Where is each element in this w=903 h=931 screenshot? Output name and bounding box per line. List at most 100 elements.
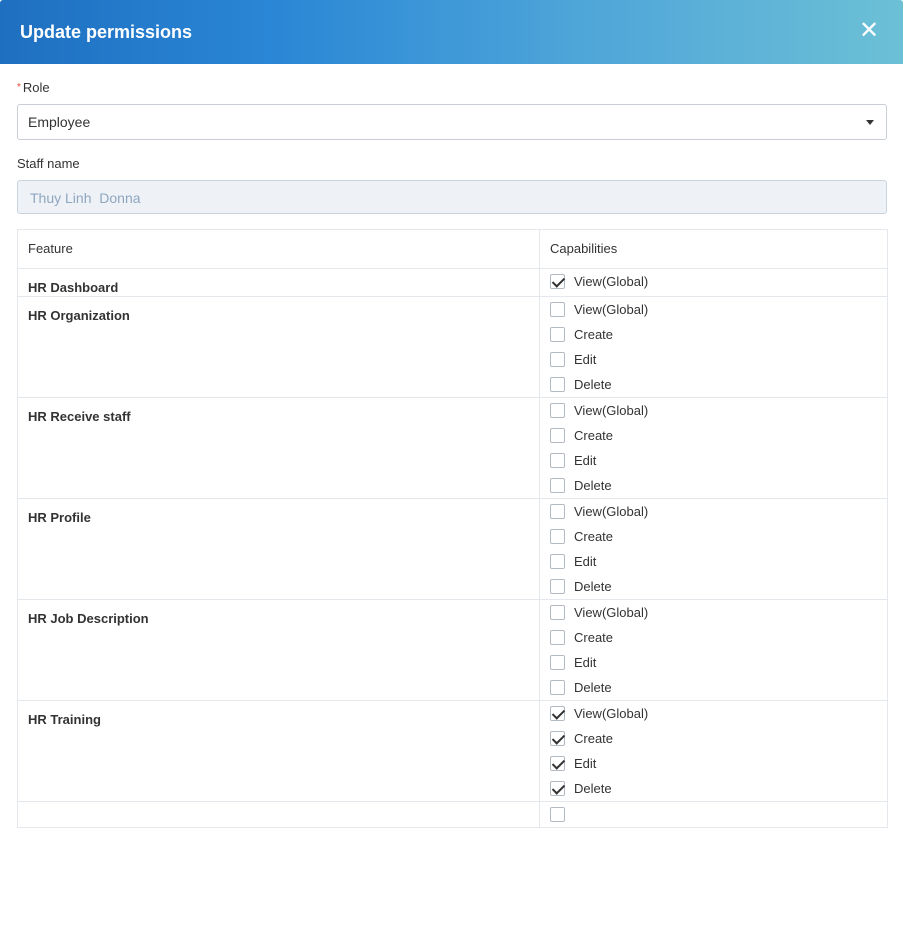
capability-label: View(Global) <box>574 604 649 620</box>
capability-option[interactable]: View(Global) <box>550 499 877 524</box>
capability-label: Edit <box>574 351 597 367</box>
modal-header: Update permissions ✕ <box>0 0 903 64</box>
capability-option[interactable]: Delete <box>550 473 877 498</box>
capability-checkbox[interactable] <box>550 302 565 317</box>
capability-option[interactable]: Create <box>550 726 877 751</box>
feature-name: HR Receive staff <box>28 409 131 424</box>
capability-option[interactable]: View(Global) <box>550 398 877 423</box>
capability-label: Delete <box>574 679 612 695</box>
capability-checkbox[interactable] <box>550 352 565 367</box>
capability-checkbox[interactable] <box>550 781 565 796</box>
capability-checkbox[interactable] <box>550 706 565 721</box>
feature-name: HR Training <box>28 712 101 727</box>
table-row: HR Receive staff View(Global) Create Edit De… <box>17 397 888 499</box>
role-label: * Role <box>17 80 50 95</box>
role-select-value: Employee <box>28 114 91 130</box>
capability-label: Create <box>574 528 614 544</box>
staff-name-input: Thuy Linh Donna <box>17 180 887 214</box>
table-row: HR Organization View(Global) Create Edit Del… <box>17 296 888 398</box>
capabilities-column-header: Capabilities <box>539 229 888 269</box>
capability-option[interactable]: Edit <box>550 347 877 372</box>
capability-checkbox[interactable] <box>550 680 565 695</box>
feature-name: HR Job Description <box>28 611 149 626</box>
table-header-row: Feature Capabilities <box>17 229 888 269</box>
capability-checkbox[interactable] <box>550 327 565 342</box>
capability-option[interactable]: Delete <box>550 776 877 801</box>
capability-checkbox[interactable] <box>550 756 565 771</box>
capability-option[interactable]: Delete <box>550 372 877 397</box>
capability-option[interactable]: Delete <box>550 574 877 599</box>
capabilities-cell: View(Global) Create Edit Delete <box>539 296 888 398</box>
feature-cell: HR Job Description <box>17 599 540 701</box>
capability-checkbox[interactable] <box>550 605 565 620</box>
capability-checkbox[interactable] <box>550 274 565 289</box>
feature-name: HR Organization <box>28 308 130 323</box>
capabilities-cell: View(Global) <box>539 268 888 297</box>
capability-option[interactable]: Edit <box>550 650 877 675</box>
capability-label: View(Global) <box>574 301 649 317</box>
capability-checkbox[interactable] <box>550 403 565 418</box>
table-row: HR Job Description View(Global) Create Edit… <box>17 599 888 701</box>
permissions-table-body: HR Dashboard View(Global) HR Organization V… <box>17 268 888 828</box>
capabilities-cell <box>539 801 888 828</box>
capabilities-cell: View(Global) Create Edit Delete <box>539 599 888 701</box>
capability-label: View(Global) <box>574 705 649 721</box>
capability-label: Delete <box>574 780 612 796</box>
capability-option[interactable]: Create <box>550 322 877 347</box>
capability-option[interactable]: View(Global) <box>550 269 877 294</box>
table-row <box>17 801 888 828</box>
capability-option[interactable]: Edit <box>550 549 877 574</box>
capability-checkbox[interactable] <box>550 554 565 569</box>
capability-label: Delete <box>574 578 612 594</box>
close-icon[interactable]: ✕ <box>857 19 881 43</box>
capability-option[interactable]: Create <box>550 423 877 448</box>
feature-name: HR Profile <box>28 510 91 525</box>
capabilities-cell: View(Global) Create Edit Delete <box>539 700 888 802</box>
capability-option[interactable] <box>550 802 877 827</box>
capability-option[interactable]: Edit <box>550 751 877 776</box>
table-row: HR Training View(Global) Create Edit Delete <box>17 700 888 802</box>
capability-label: Create <box>574 326 614 342</box>
capability-option[interactable]: Edit <box>550 448 877 473</box>
capability-checkbox[interactable] <box>550 453 565 468</box>
capability-checkbox[interactable] <box>550 478 565 493</box>
capability-checkbox[interactable] <box>550 630 565 645</box>
feature-cell: HR Profile <box>17 498 540 600</box>
modal-title: Update permissions <box>20 22 193 42</box>
capability-option[interactable]: View(Global) <box>550 701 877 726</box>
capability-option[interactable]: View(Global) <box>550 600 877 625</box>
feature-cell: HR Receive staff <box>17 397 540 499</box>
update-permissions-modal: Update permissions ✕ * Role Employee Staf… <box>0 0 903 931</box>
capability-label: Create <box>574 427 614 443</box>
capabilities-cell: View(Global) Create Edit Delete <box>539 397 888 499</box>
capability-checkbox[interactable] <box>550 807 565 822</box>
capability-checkbox[interactable] <box>550 579 565 594</box>
capability-checkbox[interactable] <box>550 731 565 746</box>
capability-label: View(Global) <box>574 402 649 418</box>
capability-checkbox[interactable] <box>550 377 565 392</box>
feature-name: HR Dashboard <box>28 280 119 295</box>
permissions-table: Feature Capabilities HR Dashboard View(Gl… <box>17 229 888 828</box>
required-mark: * <box>17 82 21 93</box>
capability-checkbox[interactable] <box>550 428 565 443</box>
feature-column-header: Feature <box>17 229 540 269</box>
staff-name-label: Staff name <box>17 156 80 171</box>
capabilities-cell: View(Global) Create Edit Delete <box>539 498 888 600</box>
role-select[interactable]: Employee <box>17 104 887 140</box>
capability-option[interactable]: Create <box>550 524 877 549</box>
capability-label: Create <box>574 629 614 645</box>
feature-cell: HR Dashboard <box>17 268 540 297</box>
feature-cell: HR Training <box>17 700 540 802</box>
capability-option[interactable]: Create <box>550 625 877 650</box>
capability-checkbox[interactable] <box>550 504 565 519</box>
capability-option[interactable]: View(Global) <box>550 297 877 322</box>
capability-option[interactable]: Delete <box>550 675 877 700</box>
capability-label: View(Global) <box>574 503 649 519</box>
feature-cell <box>17 801 540 828</box>
capability-checkbox[interactable] <box>550 529 565 544</box>
capability-checkbox[interactable] <box>550 655 565 670</box>
feature-cell: HR Organization <box>17 296 540 398</box>
caret-down-icon <box>866 120 874 125</box>
capability-label: View(Global) <box>574 273 649 289</box>
capability-label: Create <box>574 730 614 746</box>
